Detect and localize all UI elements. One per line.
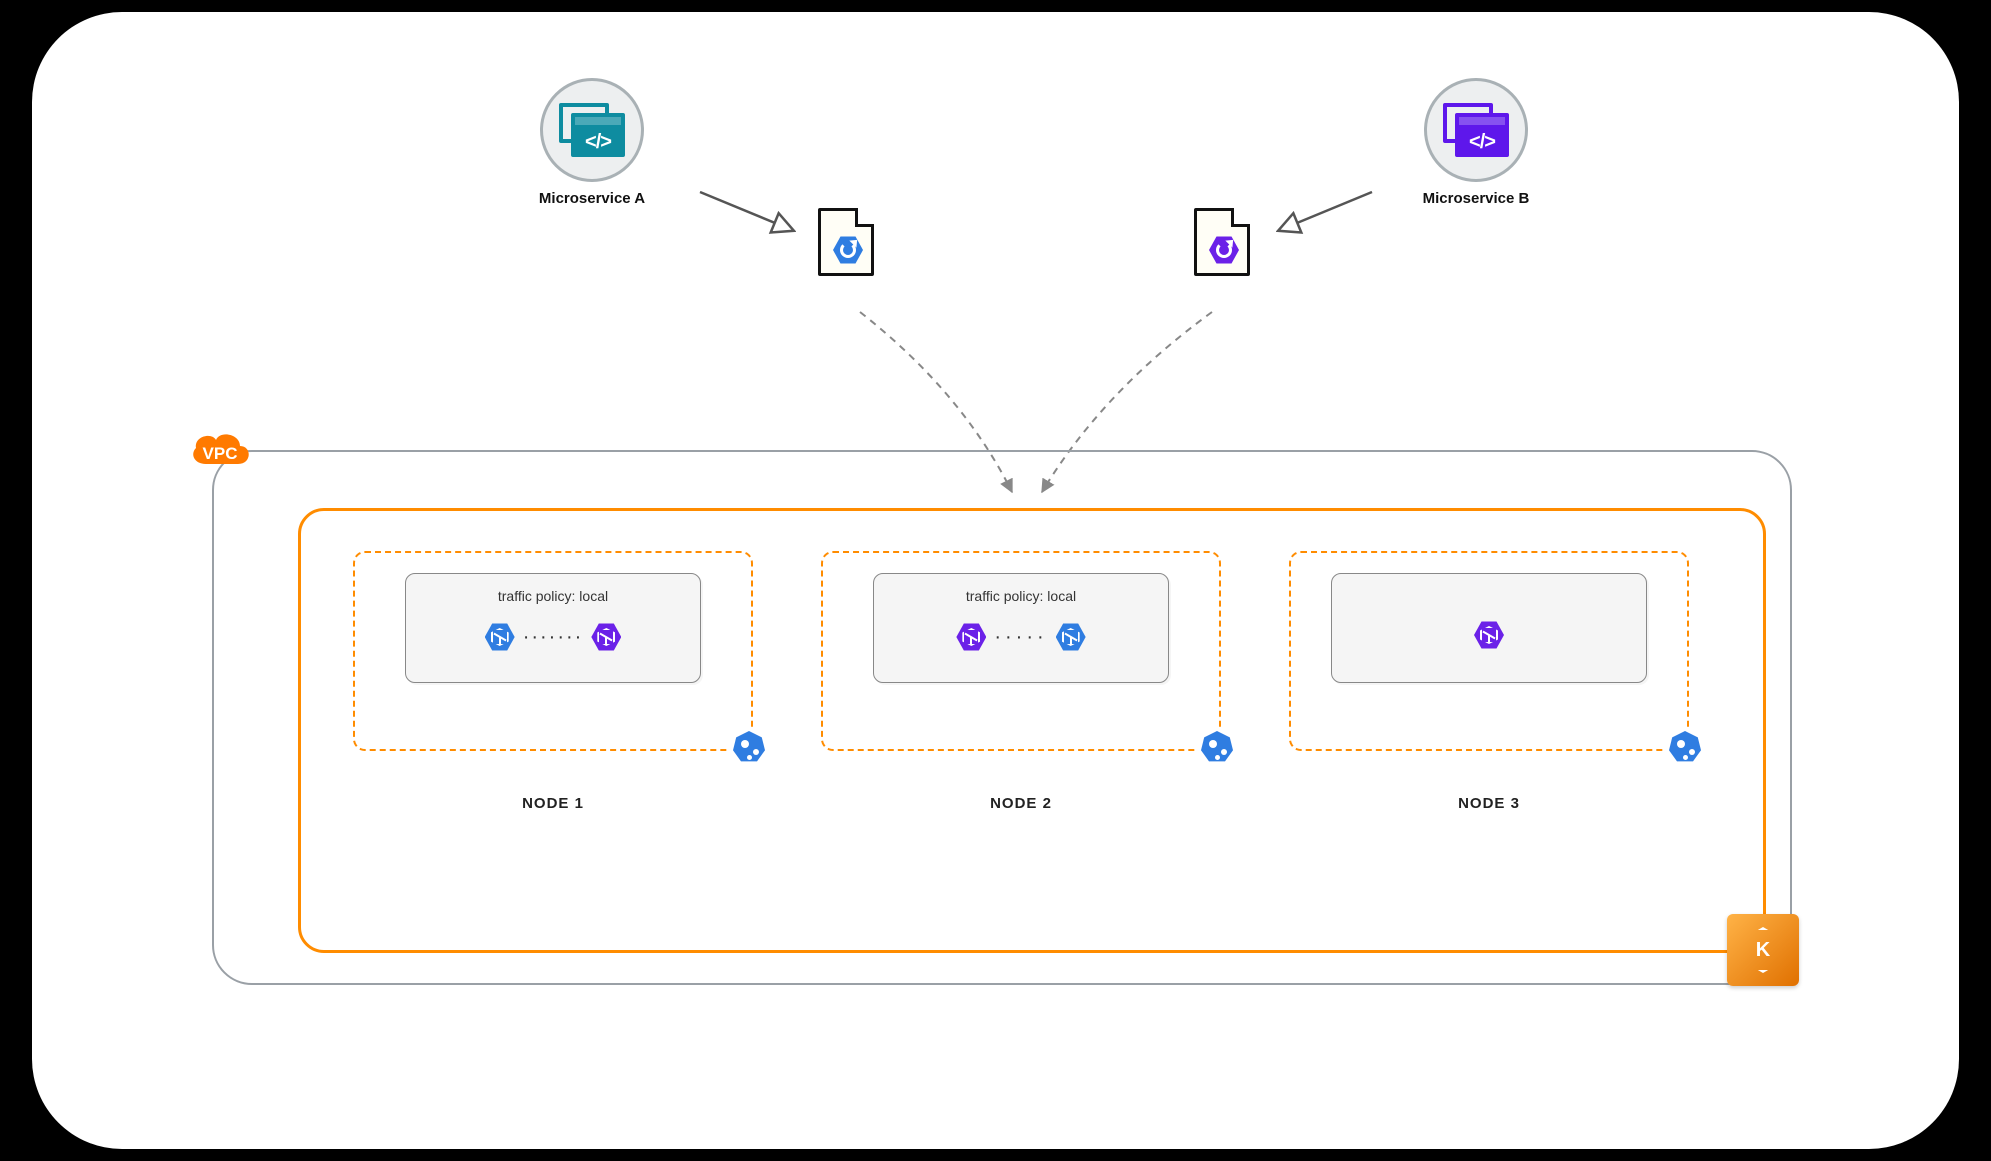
node-1: traffic policy: local ······· NODE 1 <box>353 551 753 812</box>
node-boundary: traffic policy: local ······· <box>353 551 753 751</box>
kubernetes-cluster: K traffic policy: local ······· NODE <box>298 508 1766 953</box>
microservice-b-label: Microservice B <box>1396 190 1556 207</box>
node-pod-group <box>1331 573 1647 683</box>
deployment-file-b-icon <box>1194 208 1250 276</box>
microservice-a-icon: </> <box>540 78 644 182</box>
node-boundary <box>1289 551 1689 751</box>
kubelet-icon <box>1665 727 1705 767</box>
vpc-container: VPC K traffic policy: local ······· <box>212 450 1792 985</box>
pod-cube-icon <box>485 622 515 652</box>
kubelet-icon <box>729 727 769 767</box>
code-window-icon: </> <box>559 103 625 157</box>
node-3: NODE 3 <box>1289 551 1689 812</box>
node-pod-group: traffic policy: local ····· <box>873 573 1169 683</box>
traffic-policy-label: traffic policy: local <box>874 574 1168 604</box>
kubelet-icon <box>1197 727 1237 767</box>
node-label: NODE 2 <box>821 795 1221 812</box>
node-boundary: traffic policy: local ····· <box>821 551 1221 751</box>
connection-dots: ····· <box>994 633 1047 641</box>
pod-cube-icon <box>591 622 621 652</box>
code-glyph: </> <box>581 131 615 147</box>
eks-badge-icon: K <box>1727 914 1799 986</box>
node-label: NODE 3 <box>1289 795 1689 812</box>
eks-letter: K <box>1740 927 1786 973</box>
pod-cube-icon <box>956 622 986 652</box>
traffic-policy-label: traffic policy: local <box>406 574 700 604</box>
refresh-hex-icon <box>1209 235 1239 265</box>
refresh-hex-icon <box>833 235 863 265</box>
pod-cube-icon <box>1056 622 1086 652</box>
node-2: traffic policy: local ····· NODE 2 <box>821 551 1221 812</box>
microservice-b-icon: </> <box>1424 78 1528 182</box>
deployment-file-a-icon <box>818 208 874 276</box>
node-pod-group: traffic policy: local ······· <box>405 573 701 683</box>
code-window-icon: </> <box>1443 103 1509 157</box>
node-label: NODE 1 <box>353 795 753 812</box>
traffic-policy-label <box>1332 574 1646 588</box>
vpc-badge: VPC <box>186 428 254 472</box>
code-glyph: </> <box>1465 131 1499 147</box>
pod-cube-icon <box>1474 620 1504 650</box>
vpc-badge-text: VPC <box>186 444 254 464</box>
microservice-a-label: Microservice A <box>512 190 672 207</box>
connection-dots: ······· <box>523 633 584 641</box>
diagram-canvas: </> Microservice A </> Microservice B VP… <box>32 12 1959 1149</box>
